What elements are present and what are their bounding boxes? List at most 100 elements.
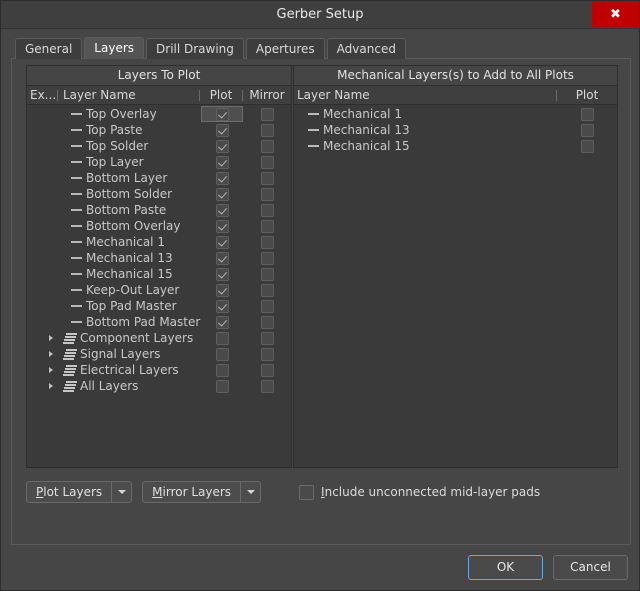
mirror-checkbox[interactable] bbox=[260, 331, 274, 345]
layer-name-cell[interactable]: Mechanical 15 bbox=[294, 139, 557, 153]
tab-layers[interactable]: Layers bbox=[84, 37, 145, 59]
plot-cell[interactable] bbox=[201, 331, 243, 345]
mirror-cell[interactable] bbox=[243, 347, 291, 361]
plot-cell[interactable] bbox=[201, 219, 243, 233]
plot-cell[interactable] bbox=[201, 106, 243, 122]
plot-checkbox[interactable] bbox=[215, 363, 229, 377]
plot-cell[interactable] bbox=[201, 315, 243, 329]
plot-cell[interactable] bbox=[201, 347, 243, 361]
table-row[interactable]: Bottom Overlay bbox=[27, 218, 291, 234]
mirror-checkbox[interactable] bbox=[260, 107, 274, 121]
layer-name-cell[interactable]: Mechanical 15 bbox=[57, 267, 201, 281]
mirror-checkbox[interactable] bbox=[260, 283, 274, 297]
tab-advanced[interactable]: Advanced bbox=[326, 38, 406, 59]
layer-name-cell[interactable]: Keep-Out Layer bbox=[57, 283, 201, 297]
tab-drill-drawing[interactable]: Drill Drawing bbox=[146, 38, 244, 59]
plot-checkbox[interactable] bbox=[215, 315, 229, 329]
cancel-button[interactable]: Cancel bbox=[553, 555, 628, 580]
checkbox-box[interactable] bbox=[299, 484, 315, 500]
mirror-cell[interactable] bbox=[243, 267, 291, 281]
mirror-checkbox[interactable] bbox=[260, 203, 274, 217]
plot-checkbox[interactable] bbox=[215, 139, 229, 153]
plot-cell[interactable] bbox=[201, 187, 243, 201]
table-row[interactable]: Mechanical 13 bbox=[27, 250, 291, 266]
plot-checkbox[interactable] bbox=[215, 347, 229, 361]
chevron-right-icon[interactable] bbox=[49, 383, 53, 389]
plot-cell[interactable] bbox=[201, 299, 243, 313]
plot-cell[interactable] bbox=[557, 107, 617, 121]
layer-name-cell[interactable]: Component Layers bbox=[57, 331, 201, 345]
mirror-cell[interactable] bbox=[243, 299, 291, 313]
mirror-cell[interactable] bbox=[243, 379, 291, 393]
row-expand-cell[interactable] bbox=[27, 335, 57, 341]
plot-checkbox[interactable] bbox=[215, 251, 229, 265]
plot-checkbox[interactable] bbox=[580, 139, 594, 153]
mirror-checkbox[interactable] bbox=[260, 299, 274, 313]
table-row[interactable]: Top Paste bbox=[27, 122, 291, 138]
row-expand-cell[interactable] bbox=[27, 367, 57, 373]
table-row[interactable]: Bottom Pad Master bbox=[27, 314, 291, 330]
plot-cell[interactable] bbox=[557, 139, 617, 153]
table-row[interactable]: Bottom Layer bbox=[27, 170, 291, 186]
plot-checkbox[interactable] bbox=[215, 267, 229, 281]
chevron-right-icon[interactable] bbox=[49, 351, 53, 357]
plot-checkbox[interactable] bbox=[215, 203, 229, 217]
layer-name-cell[interactable]: Bottom Layer bbox=[57, 171, 201, 185]
plot-checkbox[interactable] bbox=[215, 331, 229, 345]
plot-cell[interactable] bbox=[201, 155, 243, 169]
layer-name-cell[interactable]: Bottom Overlay bbox=[57, 219, 201, 233]
mirror-cell[interactable] bbox=[243, 315, 291, 329]
chevron-right-icon[interactable] bbox=[49, 367, 53, 373]
layer-name-cell[interactable]: Mechanical 13 bbox=[57, 251, 201, 265]
mirror-checkbox[interactable] bbox=[260, 139, 274, 153]
chevron-down-icon[interactable] bbox=[240, 482, 260, 502]
row-expand-cell[interactable] bbox=[27, 351, 57, 357]
plot-cell[interactable] bbox=[201, 283, 243, 297]
layer-name-cell[interactable]: Signal Layers bbox=[57, 347, 201, 361]
plot-checkbox[interactable] bbox=[215, 219, 229, 233]
mirror-cell[interactable] bbox=[243, 155, 291, 169]
chevron-down-icon[interactable] bbox=[111, 482, 131, 502]
plot-cell[interactable] bbox=[557, 123, 617, 137]
ok-button[interactable]: OK bbox=[468, 555, 543, 580]
plot-cell[interactable] bbox=[201, 139, 243, 153]
table-row[interactable]: Bottom Paste bbox=[27, 202, 291, 218]
column-header-plot[interactable]: Plot bbox=[200, 86, 242, 104]
tab-general[interactable]: General bbox=[15, 38, 83, 59]
mirror-checkbox[interactable] bbox=[260, 363, 274, 377]
layer-name-cell[interactable]: Bottom Solder bbox=[57, 187, 201, 201]
plot-cell[interactable] bbox=[201, 267, 243, 281]
table-row[interactable]: Component Layers bbox=[27, 330, 291, 346]
plot-cell[interactable] bbox=[201, 123, 243, 137]
plot-checkbox[interactable] bbox=[580, 107, 594, 121]
table-row[interactable]: Top Overlay bbox=[27, 106, 291, 122]
table-row[interactable]: Signal Layers bbox=[27, 346, 291, 362]
mirror-checkbox[interactable] bbox=[260, 251, 274, 265]
plot-cell[interactable] bbox=[201, 363, 243, 377]
include-unconnected-mid-layer-pads-checkbox[interactable]: Include unconnected mid-layer pads bbox=[299, 484, 540, 500]
layer-name-cell[interactable]: Top Solder bbox=[57, 139, 201, 153]
plot-checkbox[interactable] bbox=[215, 187, 229, 201]
column-header-mirror[interactable]: Mirror bbox=[243, 86, 291, 104]
mirror-checkbox[interactable] bbox=[260, 379, 274, 393]
layer-name-cell[interactable]: Mechanical 13 bbox=[294, 123, 557, 137]
mirror-cell[interactable] bbox=[243, 139, 291, 153]
table-row[interactable]: Mechanical 13 bbox=[294, 122, 617, 138]
mirror-cell[interactable] bbox=[243, 363, 291, 377]
mirror-checkbox[interactable] bbox=[260, 267, 274, 281]
plot-cell[interactable] bbox=[201, 251, 243, 265]
mirror-checkbox[interactable] bbox=[260, 219, 274, 233]
mirror-cell[interactable] bbox=[243, 219, 291, 233]
table-row[interactable]: Mechanical 15 bbox=[294, 138, 617, 154]
table-row[interactable]: Mechanical 15 bbox=[27, 266, 291, 282]
plot-checkbox[interactable] bbox=[215, 379, 229, 393]
mirror-cell[interactable] bbox=[243, 283, 291, 297]
selected-cell[interactable] bbox=[201, 106, 243, 122]
table-row[interactable]: Top Layer bbox=[27, 154, 291, 170]
mirror-checkbox[interactable] bbox=[260, 155, 274, 169]
table-row[interactable]: All Layers bbox=[27, 378, 291, 394]
layer-name-cell[interactable]: Top Layer bbox=[57, 155, 201, 169]
plot-checkbox[interactable] bbox=[215, 155, 229, 169]
layer-name-cell[interactable]: Mechanical 1 bbox=[294, 107, 557, 121]
layer-name-cell[interactable]: Bottom Paste bbox=[57, 203, 201, 217]
